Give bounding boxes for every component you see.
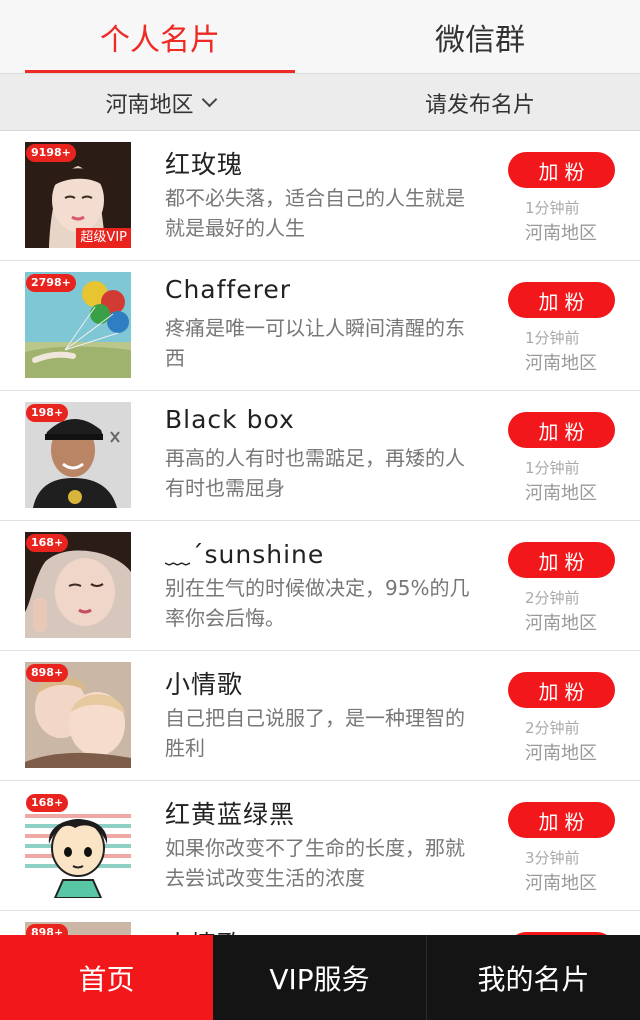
list-item[interactable]: 168+ 红黄蓝绿黑 如果你改变不了生命的长度，那就去尝试改变生活的浓度 加粉 … [0,781,640,911]
card-name: 红玫瑰 [165,150,244,179]
card-signature: 如果你改变不了生命的长度，那就去尝试改变生活的浓度 [165,836,465,890]
fan-count-badge: 198+ [26,404,69,422]
avatar[interactable]: 9198+ 超级VIP [25,142,131,248]
card-list: 9198+ 超级VIP 红玫瑰 都不必失落，适合自己的人生就是就是最好的人生 加… [0,131,640,1020]
post-time: 1分钟前 [525,199,580,217]
card-signature: 再高的人有时也需踮足，再矮的人有时也需屈身 [165,446,465,500]
card-region: 河南地区 [525,613,597,634]
list-item[interactable]: 198+ Black box 再高的人有时也需踮足，再矮的人有时也需屈身 加粉 … [0,391,640,521]
post-time: 2分钟前 [525,719,580,737]
add-fans-button[interactable]: 加粉 [508,802,615,838]
card-signature: 疼痛是唯一可以让人瞬间清醒的东西 [165,316,465,370]
card-region: 河南地区 [525,353,597,374]
card-region: 河南地区 [525,223,597,244]
card-region: 河南地区 [525,873,597,894]
fan-count-badge: 168+ [26,794,69,812]
avatar[interactable]: 2798+ [25,272,131,378]
top-tabs: 个人名片 微信群 [0,0,640,74]
post-card-link[interactable]: 请发布名片 [320,74,640,131]
chevron-down-icon [201,91,217,108]
avatar[interactable]: 198+ [25,402,131,508]
card-name: 小情歌 [165,670,244,699]
region-label: 河南地区 [105,92,194,118]
list-item[interactable]: 2798+ Chafferer 疼痛是唯一可以让人瞬间清醒的东西 加粉 1分钟前… [0,261,640,391]
avatar[interactable]: 168+ [25,792,131,898]
filter-bar: 河南地区 请发布名片 [0,74,640,131]
post-time: 2分钟前 [525,589,580,607]
list-item[interactable]: 898+ 小情歌 自己把自己说服了，是一种理智的胜利 加粉 2分钟前 河南地区 [0,651,640,781]
list-item[interactable]: 9198+ 超级VIP 红玫瑰 都不必失落，适合自己的人生就是就是最好的人生 加… [0,131,640,261]
post-time: 3分钟前 [525,849,580,867]
tab-wechat-groups[interactable]: 微信群 [320,0,640,74]
fan-count-badge: 9198+ [26,144,76,162]
card-name: 红黄蓝绿黑 [165,800,296,829]
add-fans-button[interactable]: 加粉 [508,672,615,708]
add-fans-button[interactable]: 加粉 [508,282,615,318]
fan-count-badge: 2798+ [26,274,76,292]
add-fans-button[interactable]: 加粉 [508,542,615,578]
tab-personal-cards[interactable]: 个人名片 [0,0,320,74]
card-name: Black box [165,405,295,434]
fan-count-badge: 168+ [26,534,69,552]
region-dropdown[interactable]: 河南地区 [0,74,320,131]
card-region: 河南地区 [525,743,597,764]
post-time: 1分钟前 [525,329,580,347]
post-time: 1分钟前 [525,459,580,477]
avatar[interactable]: 898+ [25,662,131,768]
active-tab-indicator [25,70,295,73]
card-signature: 别在生气的时候做决定，95%的几率你会后悔。 [165,576,470,630]
card-name: ﹏´sunshine [165,540,325,569]
card-name: Chafferer [165,275,291,304]
vip-badge: 超级VIP [76,228,131,248]
card-signature: 自己把自己说服了，是一种理智的胜利 [165,706,465,760]
add-fans-button[interactable]: 加粉 [508,412,615,448]
avatar[interactable]: 168+ [25,532,131,638]
list-item[interactable]: 168+ ﹏´sunshine 别在生气的时候做决定，95%的几率你会后悔。 加… [0,521,640,651]
fan-count-badge: 898+ [26,664,69,682]
nav-home[interactable]: 首页 [0,935,213,1020]
nav-my-card[interactable]: 我的名片 [427,935,640,1020]
bottom-nav: 首页 VIP服务 我的名片 [0,935,640,1020]
nav-vip-service[interactable]: VIP服务 [213,935,427,1020]
card-signature: 都不必失落，适合自己的人生就是就是最好的人生 [165,186,465,240]
card-region: 河南地区 [525,483,597,504]
add-fans-button[interactable]: 加粉 [508,152,615,188]
